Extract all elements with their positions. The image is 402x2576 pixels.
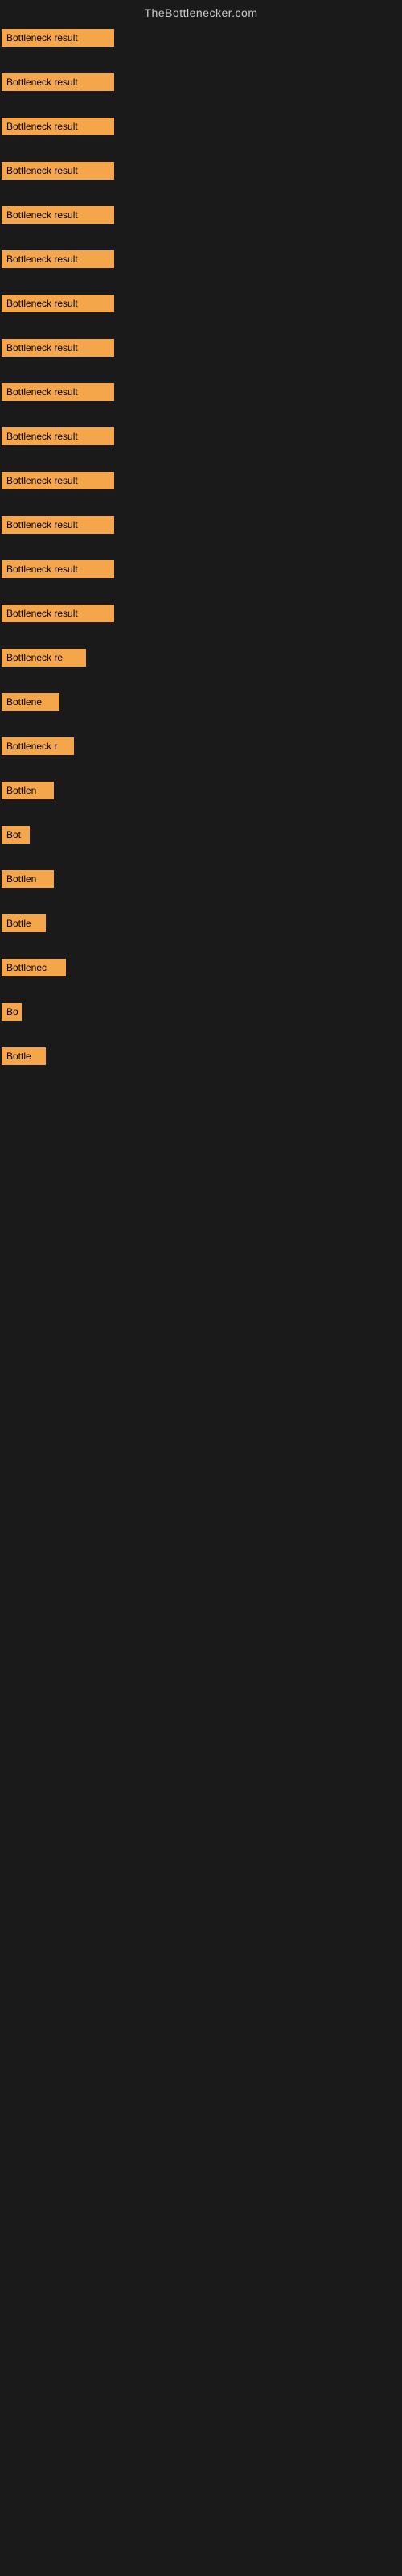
bottleneck-result-badge: Bottleneck result (2, 29, 114, 47)
bottleneck-result-badge: Bottleneck r (2, 737, 74, 755)
bottleneck-row: Bottleneck result (2, 206, 402, 236)
bottleneck-row: Bottleneck result (2, 472, 402, 502)
items-container: Bottleneck result Bottleneck result Bottle… (0, 26, 402, 1095)
bottleneck-result-badge: Bottleneck result (2, 560, 114, 578)
bottleneck-result-badge: Bottleneck result (2, 73, 114, 91)
bottleneck-row: Bottleneck result (2, 118, 402, 147)
bottleneck-row: Bottleneck result (2, 162, 402, 192)
bottleneck-result-badge: Bottlene (2, 693, 59, 711)
bottleneck-result-badge: Bottleneck result (2, 383, 114, 401)
bottleneck-result-badge: Bottleneck result (2, 162, 114, 180)
bottleneck-result-badge: Bottleneck result (2, 339, 114, 357)
bottleneck-row: Bottleneck result (2, 250, 402, 280)
bottleneck-row: Bottlenec (2, 959, 402, 989)
bottleneck-row: Bottle (2, 1047, 402, 1077)
bottleneck-row: Bottlen (2, 870, 402, 900)
bottleneck-row: Bot (2, 826, 402, 856)
bottleneck-row: Bottleneck result (2, 383, 402, 413)
bottleneck-row: Bottleneck result (2, 427, 402, 457)
bottleneck-row: Bottleneck result (2, 295, 402, 324)
bottleneck-row: Bottleneck re (2, 649, 402, 679)
bottleneck-row: Bottleneck r (2, 737, 402, 767)
page-wrapper: TheBottlenecker.com Bottleneck resultBot… (0, 0, 402, 1095)
site-title: TheBottlenecker.com (0, 0, 402, 26)
bottleneck-result-badge: Bo (2, 1003, 22, 1021)
bottleneck-row: Bottleneck result (2, 605, 402, 634)
bottleneck-row: Bottleneck result (2, 560, 402, 590)
bottleneck-result-badge: Bottleneck re (2, 649, 86, 667)
bottleneck-result-badge: Bottle (2, 1047, 46, 1065)
bottleneck-result-badge: Bottleneck result (2, 427, 114, 445)
bottleneck-result-badge: Bottlen (2, 870, 54, 888)
bottleneck-result-badge: Bottlenec (2, 959, 66, 976)
bottleneck-result-badge: Bottleneck result (2, 206, 114, 224)
bottleneck-result-badge: Bottleneck result (2, 250, 114, 268)
bottleneck-result-badge: Bot (2, 826, 30, 844)
bottleneck-result-badge: Bottlen (2, 782, 54, 799)
bottleneck-row: Bo (2, 1003, 402, 1033)
bottleneck-row: Bottlene (2, 693, 402, 723)
bottleneck-row: Bottlen (2, 782, 402, 811)
bottleneck-row: Bottleneck result (2, 516, 402, 546)
bottleneck-result-badge: Bottleneck result (2, 472, 114, 489)
bottleneck-result-badge: Bottleneck result (2, 118, 114, 135)
bottleneck-result-badge: Bottle (2, 914, 46, 932)
bottleneck-result-badge: Bottleneck result (2, 516, 114, 534)
bottleneck-result-badge: Bottleneck result (2, 295, 114, 312)
bottleneck-row: Bottle (2, 914, 402, 944)
bottleneck-result-badge: Bottleneck result (2, 605, 114, 622)
bottleneck-row: Bottleneck result (2, 339, 402, 369)
bottleneck-row: Bottleneck result (2, 73, 402, 103)
bottleneck-row: Bottleneck result (2, 29, 402, 59)
